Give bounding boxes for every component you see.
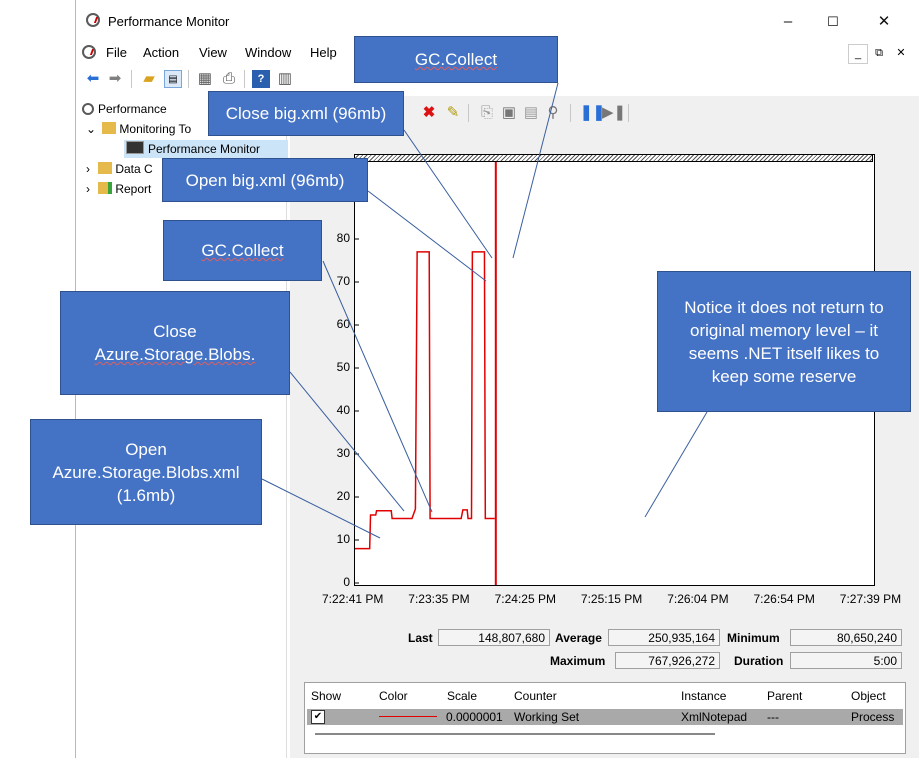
- callout-open-azure-line2: Azure.Storage.Blobs.xml: [52, 462, 240, 482]
- callout-open-azure-line3: (1.6mb): [116, 485, 176, 505]
- callout-gc-top-text: GC.Collect: [414, 50, 498, 69]
- callout-close-azure-blobs: Close Azure.Storage.Blobs.: [60, 291, 290, 395]
- callout-close-azure-line2: Azure.Storage.Blobs.: [94, 345, 256, 364]
- callout-gc-collect-mid: GC.Collect: [163, 220, 322, 281]
- callout-notice-reserve: Notice it does not return to original me…: [657, 271, 911, 412]
- callout-close-big-xml: Close big.xml (96mb): [208, 91, 404, 136]
- callout-gc-mid-text: GC.Collect: [201, 241, 284, 260]
- callout-open-big-xml: Open big.xml (96mb): [162, 158, 368, 202]
- callout-open-azure-line1: Open: [125, 439, 167, 459]
- callout-notice-text: Notice it does not return to original me…: [684, 297, 884, 386]
- callout-open-big-text: Open big.xml (96mb): [185, 170, 345, 190]
- callout-open-azure-blobs: Open Azure.Storage.Blobs.xml (1.6mb): [30, 419, 262, 525]
- callout-close-big-text: Close big.xml (96mb): [225, 104, 387, 123]
- callout-gc-collect-top: GC.Collect: [354, 36, 558, 83]
- callout-close-azure-line1: Close: [153, 322, 197, 341]
